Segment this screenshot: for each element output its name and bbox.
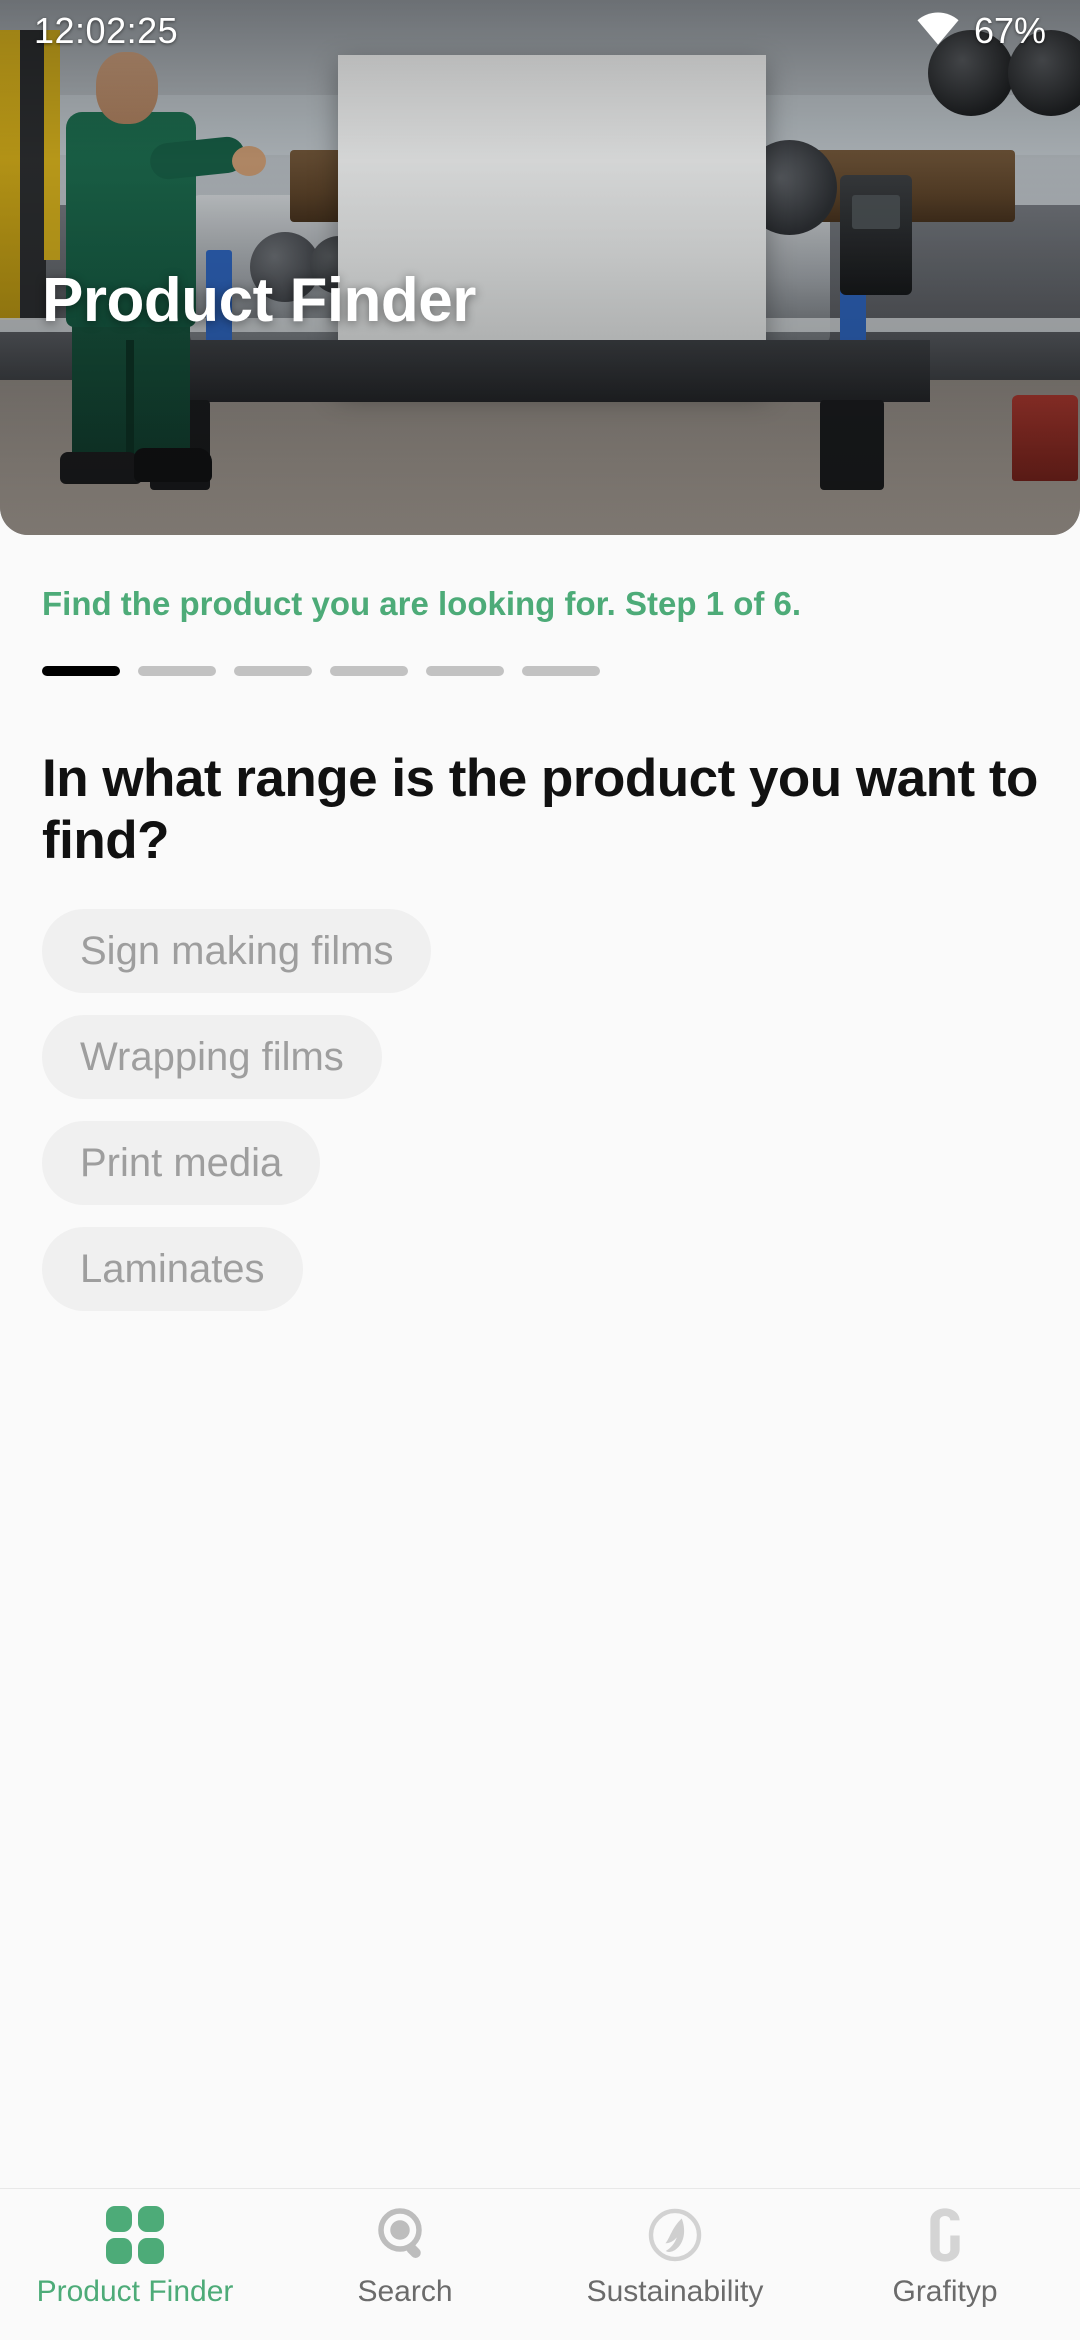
step-bar-1[interactable] — [42, 665, 120, 676]
nav-item-product-finder[interactable]: Product Finder — [0, 2203, 270, 2309]
question-heading: In what range is the product you want to… — [42, 748, 1038, 871]
step-bar-6[interactable] — [522, 665, 600, 676]
nav-item-sustainability[interactable]: Sustainability — [540, 2203, 810, 2309]
hero-banner: Product Finder — [0, 0, 1080, 535]
page-title: Product Finder — [42, 266, 476, 335]
step-bar-4[interactable] — [330, 665, 408, 676]
option-list: Sign making films Wrapping films Print m… — [42, 908, 1080, 1311]
step-bar-2[interactable] — [138, 665, 216, 676]
option-sign-making-films[interactable]: Sign making films — [42, 908, 432, 993]
status-bar-indicators: 67% — [916, 10, 1046, 52]
nav-label-product-finder: Product Finder — [36, 2275, 234, 2308]
bottom-navigation-bar: Product Finder Search Sustainability Gra… — [0, 2188, 1080, 2340]
nav-label-grafityp: Grafityp — [892, 2275, 998, 2308]
step-bar-5[interactable] — [426, 665, 504, 676]
option-print-media[interactable]: Print media — [42, 1120, 321, 1205]
main-content: Find the product you are looking for. St… — [0, 535, 1080, 1311]
nav-item-search[interactable]: Search — [270, 2203, 540, 2309]
nav-item-grafityp[interactable]: Grafityp — [810, 2203, 1080, 2309]
grafityp-g-logo-icon — [916, 2203, 974, 2267]
leaf-in-circle-icon — [644, 2203, 706, 2267]
magnifier-icon — [375, 2203, 435, 2267]
wizard-subtitle: Find the product you are looking for. St… — [42, 585, 802, 622]
app-screen: Product Finder 12:02:25 67% Find the pro… — [0, 0, 1080, 2340]
grid-four-squares-icon — [106, 2203, 164, 2267]
status-bar: 12:02:25 67% — [0, 0, 1080, 62]
wifi-icon — [916, 11, 960, 51]
nav-label-search: Search — [357, 2275, 453, 2308]
status-bar-clock: 12:02:25 — [34, 10, 179, 51]
step-bar-3[interactable] — [234, 665, 312, 676]
step-progress-indicator — [42, 665, 1080, 676]
battery-percentage: 67% — [973, 10, 1046, 51]
option-wrapping-films[interactable]: Wrapping films — [42, 1014, 382, 1099]
nav-label-sustainability: Sustainability — [586, 2275, 764, 2308]
option-laminates[interactable]: Laminates — [42, 1226, 303, 1311]
